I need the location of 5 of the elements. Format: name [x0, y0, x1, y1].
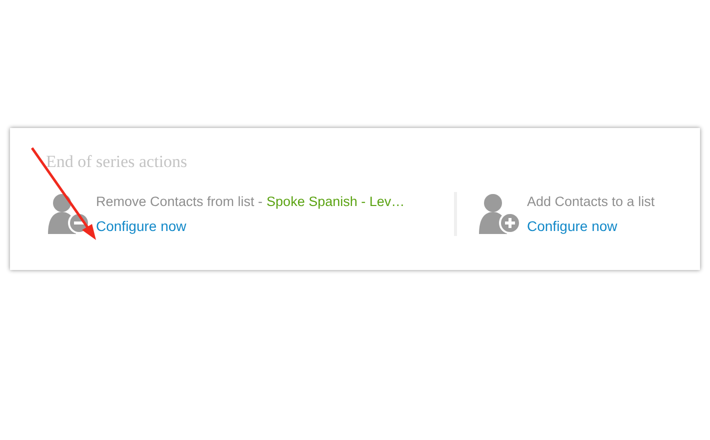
- action-label: Add Contacts to a list: [527, 194, 655, 209]
- action-label: Remove Contacts from list - Spoke Spanish - Lev…: [96, 194, 405, 209]
- configure-link[interactable]: Configure now: [527, 218, 618, 234]
- section-title: End of series actions: [46, 152, 188, 172]
- configure-link[interactable]: Configure now: [96, 218, 186, 234]
